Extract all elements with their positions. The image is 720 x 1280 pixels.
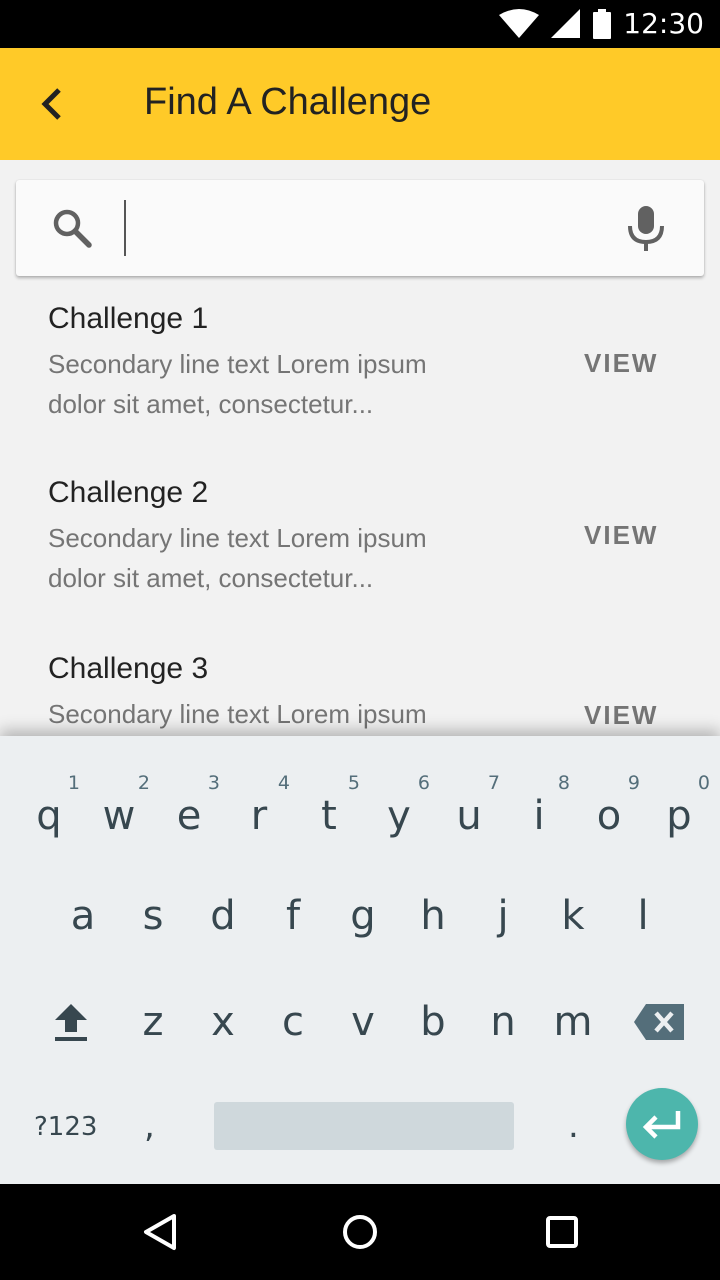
item-description: Secondary line text Lorem ipsum dolor si…: [48, 518, 488, 598]
period-key[interactable]: .: [568, 1106, 579, 1146]
view-button[interactable]: VIEW: [584, 700, 658, 731]
item-title: Challenge 2: [48, 476, 209, 509]
key-y[interactable]: y6: [364, 766, 434, 866]
key-a[interactable]: a: [48, 866, 118, 966]
wifi-icon: [499, 9, 540, 38]
key-z[interactable]: z: [118, 972, 188, 1072]
symbols-key[interactable]: ?123: [34, 1112, 97, 1142]
item-description: Secondary line text Lorem ipsum dolor si…: [48, 344, 488, 424]
shift-arrow-icon: [55, 1004, 87, 1041]
item-desc-line: dolor sit amet, consectetur...: [48, 563, 374, 593]
item-desc-line: dolor sit amet, consectetur...: [48, 389, 374, 419]
key-p[interactable]: p0: [644, 766, 714, 866]
key-hint: 4: [277, 772, 290, 794]
chevron-left-icon: [41, 88, 61, 120]
item-desc-line: Secondary line text Lorem ipsum: [48, 523, 427, 553]
key-w[interactable]: w2: [84, 766, 154, 866]
key-hint: 7: [487, 772, 500, 794]
item-description: Secondary line text Lorem ipsum: [48, 694, 488, 734]
key-hint: 5: [347, 772, 360, 794]
key-label: w: [102, 793, 136, 839]
key-h[interactable]: h: [398, 866, 468, 966]
view-button[interactable]: VIEW: [584, 520, 658, 551]
comma-key[interactable]: ,: [144, 1106, 155, 1146]
key-label: u: [456, 793, 482, 839]
home-circle-icon[interactable]: [336, 1208, 384, 1256]
app-bar: Find A Challenge: [0, 48, 720, 160]
back-triangle-icon[interactable]: [136, 1208, 184, 1256]
page-title: Find A Challenge: [144, 81, 432, 123]
backspace-icon: [634, 1004, 684, 1040]
key-hint: 0: [697, 772, 710, 794]
status-bar: 12:30: [0, 0, 720, 48]
key-r[interactable]: r4: [224, 766, 294, 866]
enter-button[interactable]: [626, 1088, 698, 1160]
view-button[interactable]: VIEW: [584, 348, 658, 379]
key-v[interactable]: v: [328, 972, 398, 1072]
key-hint: 1: [67, 772, 80, 794]
recents-square-icon[interactable]: [538, 1208, 586, 1256]
key-o[interactable]: o9: [574, 766, 644, 866]
navigation-bar: [0, 1184, 720, 1280]
key-label: p: [666, 793, 692, 839]
key-j[interactable]: j: [468, 866, 538, 966]
signal-icon: [551, 9, 581, 38]
key-g[interactable]: g: [328, 866, 398, 966]
key-label: r: [250, 793, 268, 839]
item-desc-line: Secondary line text Lorem ipsum: [48, 349, 427, 379]
item-desc-line: Secondary line text Lorem ipsum: [48, 699, 427, 729]
key-l[interactable]: l: [608, 866, 678, 966]
key-label: y: [387, 793, 411, 839]
mic-icon[interactable]: [624, 204, 668, 252]
search-bar: [16, 180, 704, 276]
enter-arrow-icon: [642, 1111, 681, 1139]
backspace-key[interactable]: [624, 972, 694, 1072]
shift-key[interactable]: [36, 972, 106, 1072]
key-c[interactable]: c: [258, 972, 328, 1072]
key-label: o: [596, 793, 622, 839]
key-s[interactable]: s: [118, 866, 188, 966]
key-q[interactable]: q1: [14, 766, 84, 866]
key-d[interactable]: d: [188, 866, 258, 966]
key-hint: 3: [207, 772, 220, 794]
key-hint: 2: [137, 772, 150, 794]
key-i[interactable]: i8: [504, 766, 574, 866]
battery-icon: [593, 9, 612, 39]
key-u[interactable]: u7: [434, 766, 504, 866]
search-icon[interactable]: [50, 206, 94, 250]
back-button[interactable]: [22, 76, 80, 132]
key-t[interactable]: t5: [294, 766, 364, 866]
key-label: t: [321, 793, 337, 839]
spacebar[interactable]: [214, 1102, 514, 1150]
key-k[interactable]: k: [538, 866, 608, 966]
list-item[interactable]: Challenge 2 Secondary line text Lorem ip…: [0, 458, 720, 628]
search-input[interactable]: [124, 200, 604, 256]
key-m[interactable]: m: [538, 972, 608, 1072]
key-b[interactable]: b: [398, 972, 468, 1072]
key-x[interactable]: x: [188, 972, 258, 1072]
status-time: 12:30: [623, 7, 704, 40]
key-label: e: [176, 793, 202, 839]
key-hint: 6: [417, 772, 430, 794]
key-f[interactable]: f: [258, 866, 328, 966]
soft-keyboard: q1 w2 e3 r4 t5 y6 u7 i8 o9 p0 a s d f g …: [0, 736, 720, 1184]
item-title: Challenge 1: [48, 302, 209, 335]
key-hint: 8: [557, 772, 570, 794]
key-n[interactable]: n: [468, 972, 538, 1072]
list-item[interactable]: Challenge 1 Secondary line text Lorem ip…: [0, 284, 720, 454]
key-e[interactable]: e3: [154, 766, 224, 866]
key-hint: 9: [627, 772, 640, 794]
item-title: Challenge 3: [48, 652, 209, 685]
key-label: q: [36, 793, 62, 839]
key-label: i: [533, 793, 545, 839]
